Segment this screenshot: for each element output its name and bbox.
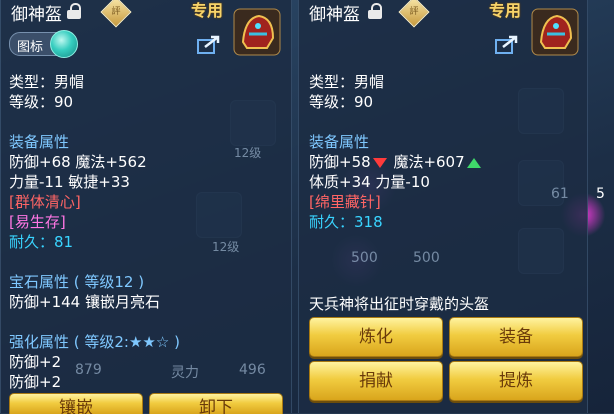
stat-line: 力量-11 敏捷+33 (9, 173, 130, 191)
bg-stat-value: 879 (75, 362, 102, 378)
item-title: 御神盔 (309, 5, 360, 25)
lock-icon[interactable] (368, 3, 382, 19)
item-description: 天兵神将出征时穿戴的头盔 (309, 295, 490, 313)
equip-button[interactable]: 装备 (449, 317, 583, 357)
durability-line: 耐久：318 (309, 213, 383, 231)
gem-line: 防御+144 镶嵌月亮石 (9, 293, 160, 311)
type-line: 类型：男帽 (309, 73, 385, 91)
toggle-knob (50, 30, 78, 58)
donate-button[interactable]: 捐献 (309, 361, 443, 401)
special-effect: [绵里藏针] (309, 193, 381, 211)
bg-slot-value: 500 (413, 250, 440, 266)
level-line: 等级：90 (309, 93, 374, 111)
special-effect: [群体清心] (9, 193, 81, 211)
stat-line: 防御+68 魔法+562 (9, 153, 147, 171)
bg-slot-level: 12级 (234, 146, 262, 160)
stat-line: 体质+34 力量-10 (309, 173, 430, 191)
item-title: 御神盔 (11, 5, 62, 25)
compare-panel-current: 御神盔 評 专用 图标 类型：男帽 等级：90 装备属性 防御+68 魔法+56… (0, 0, 292, 414)
compare-panel-new: 御神盔 評 专用 类型：男帽 等级：90 装备属性 防御+58 魔法+607 体… (298, 0, 588, 413)
level-line: 等级：90 (9, 93, 74, 111)
bg-count: 5 (596, 186, 605, 202)
share-icon[interactable] (495, 34, 519, 54)
extract-button[interactable]: 提炼 (449, 361, 583, 401)
refine-button[interactable]: 炼化 (309, 317, 443, 357)
equip-attr-header: 装备属性 (309, 133, 370, 151)
exclusive-label: 专用 (489, 1, 522, 20)
bg-stat-label: 灵力 (171, 365, 199, 381)
bg-slot-value: 61 (551, 186, 569, 202)
defense-stat: 防御+58 (309, 153, 371, 171)
bg-slot-value: 500 (351, 250, 378, 266)
share-icon[interactable] (197, 34, 221, 54)
decrease-arrow-icon (372, 157, 387, 168)
magic-stat: 魔法+607 (393, 153, 465, 171)
bg-slot-level: 12级 (212, 240, 240, 254)
type-line: 类型：男帽 (9, 73, 85, 91)
stat-line: 防御+58 魔法+607 (309, 151, 483, 172)
lock-icon[interactable] (67, 3, 81, 19)
durability-line: 耐久：81 (9, 233, 74, 251)
helmet-item-icon (531, 8, 579, 56)
special-skill: [易生存] (9, 213, 66, 231)
remove-button[interactable]: 卸下 (149, 393, 283, 414)
icon-toggle[interactable]: 图标 (9, 30, 78, 58)
equip-attr-header: 装备属性 (9, 133, 70, 151)
inlay-button[interactable]: 镶嵌 (9, 393, 143, 414)
enhance-attr-header: 强化属性 ( 等级2:★★☆ ) (9, 333, 180, 351)
exclusive-label: 专用 (191, 1, 224, 20)
gem-attr-header: 宝石属性 ( 等级12 ) (9, 273, 145, 291)
enhance-line: 防御+2 (9, 373, 62, 391)
enhance-line: 防御+2 (9, 353, 62, 371)
bg-stat-value: 496 (239, 362, 266, 378)
increase-arrow-icon (466, 157, 481, 168)
rating-badge-icon[interactable]: 評 (100, 0, 132, 28)
rating-badge-icon[interactable]: 評 (398, 0, 430, 28)
helmet-item-icon (233, 8, 281, 56)
